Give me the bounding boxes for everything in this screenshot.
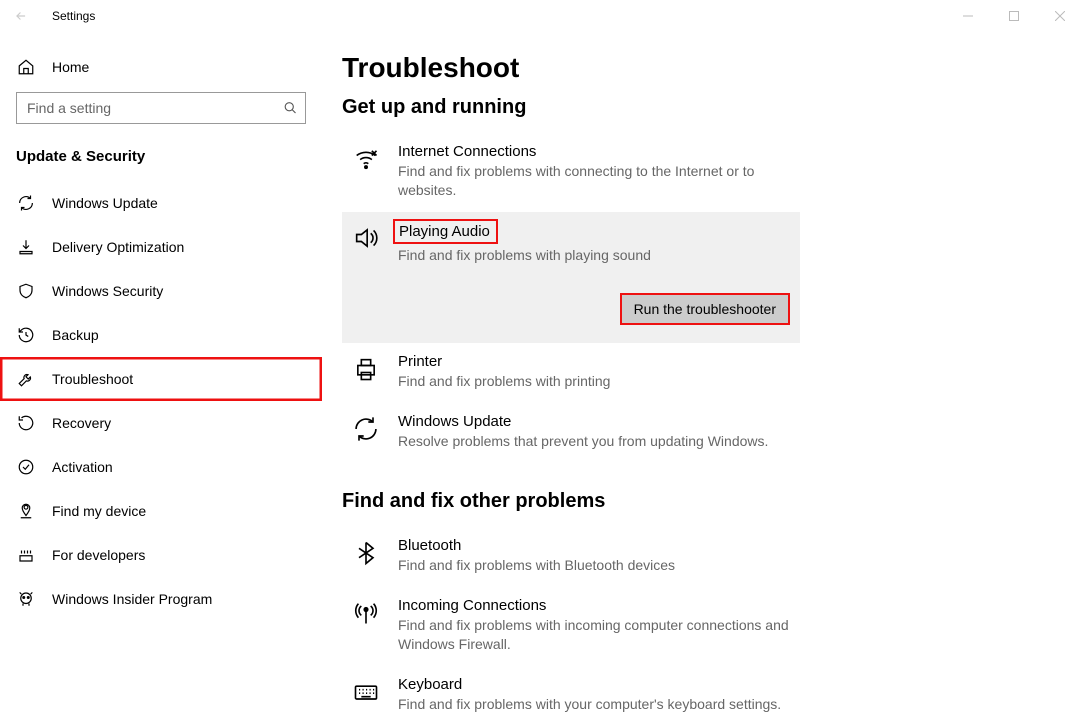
- wifi-icon: [352, 143, 380, 200]
- troubleshooter-keyboard[interactable]: Keyboard Find and fix problems with your…: [342, 666, 800, 714]
- sidebar-item-label: Windows Insider Program: [52, 591, 212, 607]
- sidebar-item-label: For developers: [52, 547, 145, 563]
- keyboard-icon: [352, 676, 380, 714]
- history-icon: [16, 326, 36, 344]
- troubleshooter-desc: Find and fix problems with Bluetooth dev…: [398, 556, 790, 575]
- wrench-icon: [16, 370, 36, 388]
- troubleshooter-title: Printer: [398, 353, 790, 370]
- sidebar-item-troubleshoot[interactable]: Troubleshoot: [0, 357, 322, 401]
- search-icon: [283, 101, 298, 116]
- sidebar-item-windows-security[interactable]: Windows Security: [0, 269, 322, 313]
- troubleshooter-list-1: Internet Connections Find and fix proble…: [342, 133, 800, 462]
- sidebar-item-label: Activation: [52, 459, 113, 475]
- sidebar: Home Update & Security Windows Update De…: [0, 32, 322, 714]
- search-input-wrap: [16, 92, 306, 124]
- run-troubleshooter-button[interactable]: Run the troubleshooter: [620, 293, 790, 325]
- developers-icon: [16, 546, 36, 564]
- sidebar-item-delivery-optimization[interactable]: Delivery Optimization: [0, 225, 322, 269]
- sidebar-item-label: Backup: [52, 327, 99, 343]
- troubleshooter-list-2: Bluetooth Find and fix problems with Blu…: [342, 527, 800, 714]
- location-icon: [16, 502, 36, 520]
- download-icon: [16, 238, 36, 256]
- window-controls: [945, 0, 1083, 32]
- sidebar-item-home[interactable]: Home: [0, 50, 322, 86]
- troubleshooter-title: Keyboard: [398, 676, 790, 693]
- troubleshooter-windows-update[interactable]: Windows Update Resolve problems that pre…: [342, 403, 800, 463]
- main-panel: Troubleshoot Get up and running Internet…: [322, 32, 1083, 714]
- sidebar-category-heading: Update & Security: [0, 138, 322, 181]
- window-title: Settings: [38, 9, 95, 23]
- troubleshooter-printer[interactable]: Printer Find and fix problems with print…: [342, 343, 800, 403]
- sidebar-item-insider-program[interactable]: Windows Insider Program: [0, 577, 322, 621]
- sidebar-item-label: Recovery: [52, 415, 111, 431]
- shield-icon: [16, 282, 36, 300]
- sync-icon: [352, 413, 380, 451]
- recovery-icon: [16, 414, 36, 432]
- sidebar-item-label: Windows Update: [52, 195, 158, 211]
- section-title-2: Find and fix other problems: [342, 490, 1067, 513]
- insider-icon: [16, 590, 36, 608]
- troubleshooter-playing-audio[interactable]: Playing Audio Find and fix problems with…: [342, 212, 800, 343]
- troubleshooter-internet-connections[interactable]: Internet Connections Find and fix proble…: [342, 133, 800, 212]
- sync-icon: [16, 194, 36, 212]
- sidebar-item-recovery[interactable]: Recovery: [0, 401, 322, 445]
- troubleshooter-desc: Find and fix problems with your computer…: [398, 695, 790, 714]
- troubleshooter-desc: Find and fix problems with connecting to…: [398, 162, 790, 200]
- sidebar-item-label: Troubleshoot: [52, 371, 133, 387]
- back-icon[interactable]: [14, 9, 38, 23]
- minimize-button[interactable]: [945, 0, 991, 32]
- sidebar-item-for-developers[interactable]: For developers: [0, 533, 322, 577]
- home-label: Home: [52, 59, 89, 75]
- troubleshooter-desc: Find and fix problems with incoming comp…: [398, 616, 790, 654]
- titlebar: Settings: [0, 0, 1083, 32]
- sidebar-item-backup[interactable]: Backup: [0, 313, 322, 357]
- troubleshooter-title: Internet Connections: [398, 143, 790, 160]
- page-title: Troubleshoot: [342, 52, 1067, 84]
- search-input[interactable]: [16, 92, 306, 124]
- troubleshooter-title: Playing Audio: [393, 219, 498, 244]
- troubleshooter-desc: Find and fix problems with printing: [398, 372, 790, 391]
- sidebar-item-label: Delivery Optimization: [52, 239, 184, 255]
- section-title-1: Get up and running: [342, 96, 1067, 119]
- troubleshooter-title: Incoming Connections: [398, 597, 790, 614]
- troubleshooter-title: Bluetooth: [398, 537, 790, 554]
- sidebar-item-activation[interactable]: Activation: [0, 445, 322, 489]
- sidebar-item-windows-update[interactable]: Windows Update: [0, 181, 322, 225]
- troubleshooter-bluetooth[interactable]: Bluetooth Find and fix problems with Blu…: [342, 527, 800, 587]
- troubleshooter-title: Windows Update: [398, 413, 790, 430]
- troubleshooter-desc: Find and fix problems with playing sound: [398, 246, 790, 265]
- troubleshooter-incoming-connections[interactable]: Incoming Connections Find and fix proble…: [342, 587, 800, 666]
- sidebar-item-label: Find my device: [52, 503, 146, 519]
- bluetooth-icon: [352, 537, 380, 575]
- speaker-icon: [352, 222, 380, 325]
- home-icon: [16, 58, 36, 76]
- sidebar-item-find-my-device[interactable]: Find my device: [0, 489, 322, 533]
- antenna-icon: [352, 597, 380, 654]
- sidebar-item-label: Windows Security: [52, 283, 163, 299]
- troubleshooter-desc: Resolve problems that prevent you from u…: [398, 432, 790, 451]
- printer-icon: [352, 353, 380, 391]
- check-circle-icon: [16, 458, 36, 476]
- maximize-button[interactable]: [991, 0, 1037, 32]
- close-button[interactable]: [1037, 0, 1083, 32]
